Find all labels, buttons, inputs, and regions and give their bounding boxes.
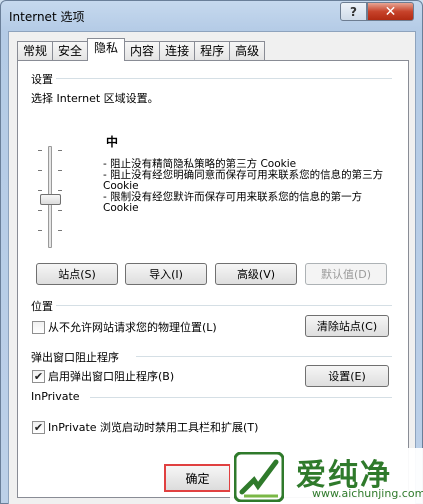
settings-group-label: 设置 <box>31 73 53 86</box>
tab-content[interactable]: 内容 <box>124 41 161 61</box>
close-button[interactable]: ✕ <box>367 2 414 21</box>
settings-divider <box>56 78 392 79</box>
sites-button[interactable]: 站点(S) <box>36 263 118 285</box>
slider-thumb[interactable] <box>40 194 61 205</box>
privacy-level-description: - 阻止没有精简隐私策略的第三方 Cookie - 阻止没有经您明确同意而保存可… <box>103 159 393 214</box>
tab-strip: 常规 安全 隐私 内容 连接 程序 高级 <box>17 38 266 61</box>
window-title: Internet 选项 <box>9 10 85 24</box>
location-checkbox-label: 从不允许网站请求您的物理位置(L) <box>48 321 217 334</box>
tab-programs[interactable]: 程序 <box>194 41 231 61</box>
location-divider <box>56 305 392 306</box>
slider-tick <box>38 150 42 151</box>
help-button[interactable]: ? <box>340 2 367 21</box>
tab-privacy[interactable]: 隐私 <box>87 38 126 61</box>
privacy-level-title: 中 <box>106 135 119 149</box>
watermark-url: www.aichunjing.com <box>312 487 423 500</box>
slider-tick <box>58 230 62 231</box>
brand-logo-icon <box>234 452 284 502</box>
popup-checkbox[interactable]: ✔ <box>32 369 45 383</box>
slider-tick <box>58 170 62 171</box>
location-checkbox[interactable] <box>32 320 45 334</box>
inprivate-group-label: InPrivate <box>31 390 80 403</box>
import-button[interactable]: 导入(I) <box>125 263 207 285</box>
inprivate-divider <box>90 397 392 398</box>
popup-checkbox-row[interactable]: ✔ 启用弹出窗口阻止程序(B) <box>32 368 174 384</box>
slider-tick <box>38 190 42 191</box>
inprivate-checkbox[interactable]: ✔ <box>32 420 45 434</box>
title-bar: Internet 选项 ? ✕ <box>1 1 422 31</box>
default-button[interactable]: 默认值(D) <box>305 263 387 285</box>
tab-general[interactable]: 常规 <box>17 41 54 61</box>
slider-tick <box>58 190 62 191</box>
popup-divider <box>136 356 392 357</box>
popup-settings-button[interactable]: 设置(E) <box>305 365 389 387</box>
inprivate-checkbox-label: InPrivate 浏览启动时禁用工具栏和扩展(T) <box>48 421 259 434</box>
popup-checkbox-label: 启用弹出窗口阻止程序(B) <box>48 370 175 383</box>
location-group-label: 位置 <box>31 300 53 313</box>
slider-tick <box>38 170 42 171</box>
tab-advanced[interactable]: 高级 <box>229 41 266 61</box>
slider-tick <box>38 230 42 231</box>
slider-tick <box>58 210 62 211</box>
slider-tick <box>58 150 62 151</box>
inprivate-checkbox-row[interactable]: ✔ InPrivate 浏览启动时禁用工具栏和扩展(T) <box>32 419 258 435</box>
advanced-button[interactable]: 高级(V) <box>215 263 297 285</box>
slider-tick <box>38 210 42 211</box>
clear-sites-button[interactable]: 清除站点(C) <box>305 315 389 337</box>
zone-instruction: 选择 Internet 区域设置。 <box>31 92 159 105</box>
ok-button[interactable]: 确定 <box>164 464 231 492</box>
privacy-panel: 设置 选择 Internet 区域设置。 中 - 阻止没有精简隐私策略的第三方 … <box>17 60 409 498</box>
tab-connections[interactable]: 连接 <box>159 41 196 61</box>
watermark: 爱纯净 www.aichunjing.com <box>230 448 423 504</box>
description-line: - 限制没有经您默许而保存可用来联系您的信息的第一方 Cookie <box>103 191 363 214</box>
tab-security[interactable]: 安全 <box>52 41 89 61</box>
internet-options-window: Internet 选项 ? ✕ 常规 安全 隐私 内容 连接 程序 高级 设置 … <box>0 0 423 504</box>
description-line: - 阻止没有经您明确同意而保存可用来联系您的信息的第三方 Cookie <box>103 169 384 192</box>
location-checkbox-row[interactable]: 从不允许网站请求您的物理位置(L) <box>32 319 217 335</box>
popup-group-label: 弹出窗口阻止程序 <box>31 351 119 364</box>
dialog-client-area: 常规 安全 隐私 内容 连接 程序 高级 设置 选择 Internet 区域设置… <box>8 31 416 504</box>
